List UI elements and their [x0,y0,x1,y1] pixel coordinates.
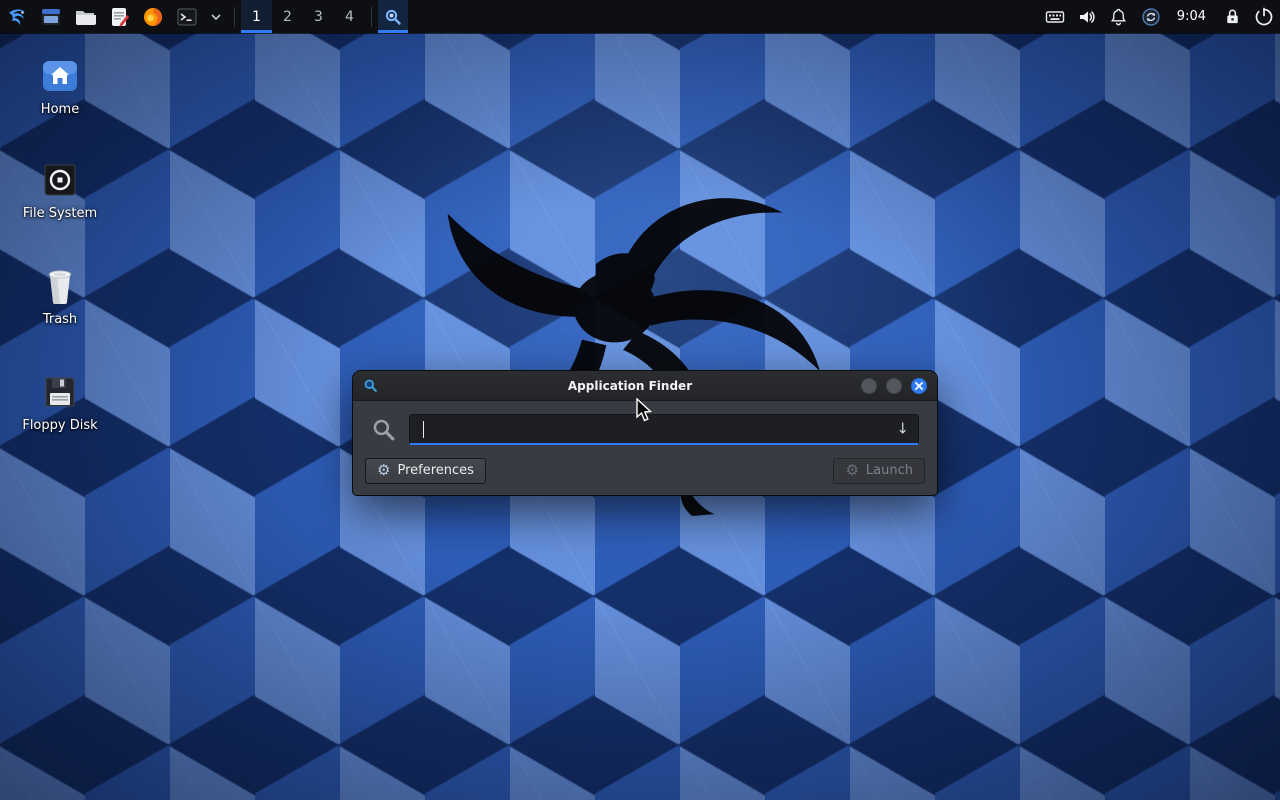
drive-icon [38,160,82,200]
text-editor-icon [108,6,130,28]
close-button[interactable] [911,378,927,394]
search-input[interactable]: ↓ [409,414,919,445]
window-buttons [852,378,927,394]
application-finder-icon [384,8,402,26]
launch-button[interactable]: ⚙ Launch [833,458,925,484]
logout-tray-button[interactable] [1248,0,1280,33]
kali-menu-icon [5,5,29,29]
firefox-launcher[interactable] [136,0,170,33]
search-icon [371,417,396,442]
application-finder-window-icon [363,378,378,393]
desktop-icon-label: File System [23,207,97,221]
workspace-2-button[interactable]: 2 [272,0,303,33]
lock-tray-button[interactable] [1216,0,1248,33]
panel-left: 1 2 3 4 [0,0,408,33]
desktop-icon-label: Trash [43,313,77,327]
folder-icon [74,6,96,28]
desktop-icon-label: Home [41,103,79,117]
logout-icon [1254,7,1274,27]
dropdown-arrow-icon[interactable]: ↓ [896,422,909,437]
workspace-1-button[interactable]: 1 [241,0,272,33]
update-tray-button[interactable] [1135,0,1167,33]
panel-separator [371,7,372,27]
volume-icon [1077,7,1097,27]
text-editor-launcher[interactable] [102,0,136,33]
button-row: ⚙ Preferences ⚙ Launch [365,458,925,484]
launch-gear-icon: ⚙ [845,463,858,478]
keyboard-tray-button[interactable] [1039,0,1071,33]
top-panel: 1 2 3 4 [0,0,1280,33]
chevron-down-icon [210,11,222,23]
window-title: Application Finder [413,379,847,393]
desktop-icon-floppy-disk[interactable]: Floppy Disk [10,372,110,433]
firefox-icon [142,6,164,28]
workspace-3-button[interactable]: 3 [303,0,334,33]
panel-separator [234,7,235,27]
notifications-bell-icon [1109,7,1128,26]
close-icon [915,382,923,390]
desktop-icon-home[interactable]: Home [10,56,110,117]
panel-tray: 9:04 [1039,0,1280,33]
trash-icon [38,266,82,306]
kali-menu-button[interactable] [0,0,34,33]
update-orb-icon [1141,7,1161,27]
file-manager-icon [40,6,62,28]
preferences-button-label: Preferences [397,463,473,478]
folder-launcher[interactable] [68,0,102,33]
desktop-icon-trash[interactable]: Trash [10,266,110,327]
application-finder-window: Application Finder ↓ ⚙ [352,370,938,496]
notifications-tray-button[interactable] [1103,0,1135,33]
home-icon [38,56,82,96]
search-row: ↓ [365,414,925,445]
desktop-icon-file-system[interactable]: File System [10,160,110,221]
finder-body: ↓ ⚙ Preferences ⚙ Launch [353,401,937,495]
minimize-button[interactable] [861,378,877,394]
gear-icon: ⚙ [377,463,390,478]
titlebar[interactable]: Application Finder [353,371,937,401]
file-manager-launcher[interactable] [34,0,68,33]
panel-clock[interactable]: 9:04 [1167,9,1216,24]
terminal-dropdown-button[interactable] [204,0,228,33]
volume-tray-button[interactable] [1071,0,1103,33]
maximize-button[interactable] [886,378,902,394]
terminal-icon [176,6,198,28]
taskbar-application-finder-button[interactable] [378,0,408,33]
terminal-launcher[interactable] [170,0,204,33]
floppy-disk-icon [38,372,82,412]
desktop-icon-label: Floppy Disk [22,419,97,433]
preferences-button[interactable]: ⚙ Preferences [365,458,486,484]
launch-button-label: Launch [866,463,913,478]
text-caret [423,421,424,438]
lock-icon [1223,7,1242,26]
workspace-4-button[interactable]: 4 [334,0,365,33]
keyboard-icon [1045,7,1065,27]
